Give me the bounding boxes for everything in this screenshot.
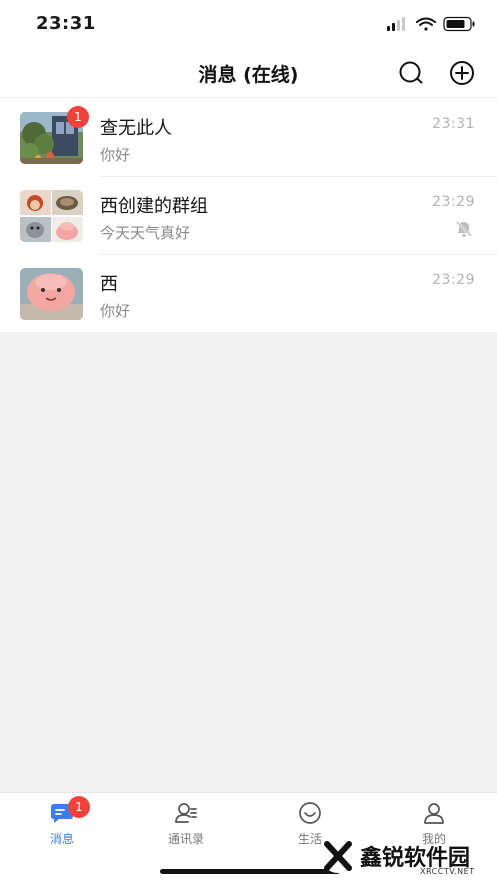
- avatar: [20, 268, 83, 320]
- status-icons: [387, 16, 475, 32]
- plus-circle-icon[interactable]: [449, 60, 475, 86]
- conversation-time: 23:29: [432, 272, 475, 288]
- conversation-name: 西创建的群组: [100, 196, 208, 217]
- conversation-time: 23:29: [432, 194, 475, 210]
- conversation-item[interactable]: 西创建的群组 今天天气真好 23:29: [0, 176, 497, 254]
- unread-badge: 1: [67, 106, 89, 128]
- conversation-preview: 你好: [100, 146, 131, 164]
- search-icon[interactable]: [398, 60, 424, 86]
- conversation-name: 西: [100, 274, 118, 295]
- contacts-icon: [175, 803, 197, 823]
- smile-icon: [299, 802, 321, 824]
- tab-label: 消息: [49, 832, 74, 846]
- conversation-list: 1 查无此人 你好 23:31 西创建的群组 今天天气真好 23:29 西 你好…: [0, 98, 497, 332]
- header: 消息 (在线): [0, 48, 497, 98]
- battery-icon: [443, 16, 475, 32]
- watermark-logo-icon: [321, 839, 355, 873]
- conversation-preview: 今天天气真好: [100, 224, 191, 242]
- tab-messages[interactable]: 1 消息: [0, 793, 124, 853]
- avatar: [20, 190, 83, 242]
- bell-muted-icon: [456, 221, 472, 238]
- conversation-item[interactable]: 1 查无此人 你好 23:31: [0, 98, 497, 176]
- conversation-name: 查无此人: [100, 118, 172, 139]
- conversation-time: 23:31: [432, 116, 475, 132]
- conversation-preview: 你好: [100, 302, 131, 320]
- signal-icon: [387, 17, 405, 31]
- tab-contacts[interactable]: 通讯录: [124, 793, 248, 853]
- watermark-subtext: XRCCTV.NET: [420, 867, 475, 876]
- conversation-item[interactable]: 西 你好 23:29: [0, 254, 497, 332]
- user-icon: [424, 803, 444, 824]
- status-time: 23:31: [36, 13, 96, 34]
- status-bar: 23:31: [0, 0, 497, 48]
- tab-label: 通讯录: [167, 832, 204, 846]
- watermark: 鑫锐软件园 XRCCTV.NET: [300, 832, 490, 880]
- tab-badge: 1: [68, 796, 90, 818]
- wifi-icon: [416, 17, 436, 31]
